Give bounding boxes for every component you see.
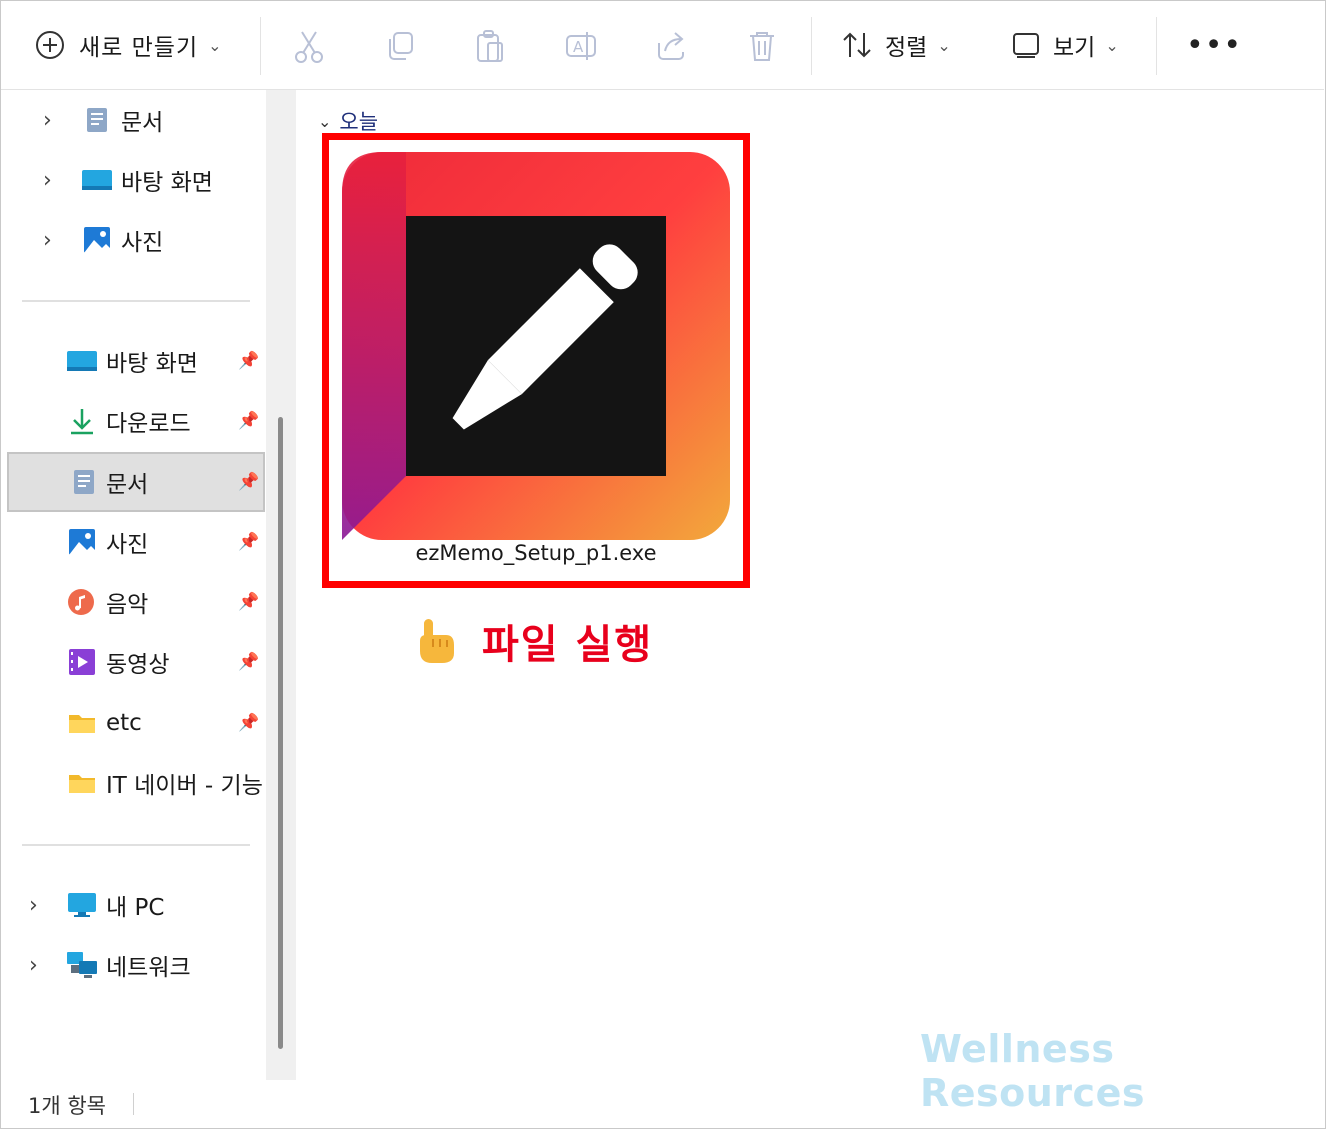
desktop-icon bbox=[82, 170, 112, 190]
sidebar-item-documents[interactable]: › 문서 bbox=[1, 91, 265, 149]
chevron-right-icon[interactable]: › bbox=[43, 228, 52, 253]
pin-icon[interactable]: 📌 bbox=[238, 411, 259, 431]
toolbar-divider bbox=[1156, 17, 1157, 75]
annotation-text: 파일 실행 bbox=[482, 622, 654, 668]
sidebar-item-label: IT 네이버 - 기능 bbox=[106, 773, 263, 799]
sidebar-divider bbox=[22, 300, 250, 302]
music-icon bbox=[68, 589, 94, 615]
sort-button[interactable]: 정렬 ⌄ bbox=[841, 1, 951, 89]
folder-icon bbox=[69, 775, 95, 793]
sidebar-item-label: 네트워크 bbox=[106, 955, 191, 981]
chevron-right-icon[interactable]: › bbox=[29, 953, 38, 978]
sort-button-label: 정렬 bbox=[885, 35, 928, 61]
sidebar-divider bbox=[22, 844, 250, 846]
watermark-text: Wellness Resources bbox=[920, 1027, 1145, 1115]
chevron-right-icon[interactable]: › bbox=[29, 893, 38, 918]
pin-icon[interactable]: 📌 bbox=[238, 592, 259, 612]
status-divider bbox=[133, 1093, 134, 1115]
desktop-icon bbox=[67, 351, 97, 371]
pin-icon[interactable]: 📌 bbox=[238, 532, 259, 552]
sidebar-item-downloads[interactable]: 다운로드 📌 bbox=[1, 392, 265, 450]
sidebar-item-label: 바탕 화면 bbox=[121, 170, 213, 196]
sidebar-item-music[interactable]: 음악 📌 bbox=[1, 573, 265, 631]
ezmemo-app-icon[interactable] bbox=[342, 152, 730, 540]
group-header-today[interactable]: ⌄ 오늘 bbox=[318, 106, 378, 136]
folder-icon bbox=[69, 715, 95, 733]
pointing-hand-icon bbox=[420, 619, 454, 663]
group-header-label: 오늘 bbox=[339, 110, 379, 134]
plus-circle-icon bbox=[36, 31, 64, 59]
pin-icon[interactable]: 📌 bbox=[238, 472, 259, 492]
view-icon bbox=[1013, 33, 1039, 58]
documents-icon bbox=[87, 108, 107, 132]
share-icon[interactable] bbox=[655, 29, 687, 63]
svg-text:A: A bbox=[573, 38, 584, 56]
copy-icon[interactable] bbox=[384, 29, 416, 63]
sidebar-scrollbar-thumb[interactable] bbox=[278, 417, 283, 1049]
annotation-callout: 파일 실행 bbox=[412, 612, 653, 670]
toolbar-divider bbox=[811, 17, 812, 75]
network-icon bbox=[67, 952, 97, 978]
navigation-pane: › 문서 › 바탕 화면 › 사진 바탕 화면 📌 다운로드 📌 문서 📌 사진… bbox=[1, 90, 266, 1080]
sidebar-item-pictures-pinned[interactable]: 사진 📌 bbox=[1, 513, 265, 571]
pictures-icon bbox=[84, 227, 110, 253]
status-item-count: 1개 항목 bbox=[28, 1094, 106, 1118]
toolbar-divider bbox=[260, 17, 261, 75]
sidebar-item-label: 바탕 화면 bbox=[106, 351, 198, 377]
sidebar-item-label: 음악 bbox=[106, 592, 149, 618]
chevron-down-icon: ⌄ bbox=[1105, 35, 1119, 55]
chevron-down-icon: ⌄ bbox=[208, 35, 222, 55]
sidebar-item-this-pc[interactable]: › 내 PC bbox=[1, 876, 265, 934]
pictures-icon bbox=[69, 529, 95, 555]
view-button-label: 보기 bbox=[1053, 35, 1096, 61]
rename-icon[interactable]: A bbox=[565, 29, 597, 63]
sidebar-item-label: 사진 bbox=[106, 532, 149, 558]
sort-icon bbox=[843, 32, 871, 58]
new-button-label: 새로 만들기 bbox=[79, 35, 199, 61]
pin-icon[interactable]: 📌 bbox=[238, 713, 259, 733]
download-icon bbox=[71, 409, 93, 435]
sidebar-item-desktop[interactable]: › 바탕 화면 bbox=[1, 151, 265, 209]
more-options-button[interactable]: ••• bbox=[1186, 1, 1242, 89]
chevron-down-icon: ⌄ bbox=[318, 111, 332, 131]
this-pc-icon bbox=[68, 893, 96, 917]
chevron-right-icon[interactable]: › bbox=[43, 168, 52, 193]
videos-icon bbox=[69, 649, 95, 675]
delete-icon[interactable] bbox=[746, 29, 778, 63]
sidebar-item-desktop-pinned[interactable]: 바탕 화면 📌 bbox=[1, 332, 265, 390]
sidebar-item-label: 문서 bbox=[106, 472, 149, 498]
sidebar-item-it-naver[interactable]: IT 네이버 - 기능 bbox=[1, 754, 265, 812]
sidebar-item-label: 사진 bbox=[121, 230, 164, 256]
sidebar-item-etc[interactable]: etc 📌 bbox=[1, 694, 265, 752]
chevron-down-icon: ⌄ bbox=[937, 35, 951, 55]
sidebar-item-pictures[interactable]: › 사진 bbox=[1, 211, 265, 269]
chevron-right-icon[interactable]: › bbox=[43, 108, 52, 133]
pin-icon[interactable]: 📌 bbox=[238, 652, 259, 672]
sidebar-item-videos[interactable]: 동영상 📌 bbox=[1, 633, 265, 691]
paste-icon[interactable] bbox=[474, 29, 506, 63]
cut-icon[interactable] bbox=[293, 29, 325, 63]
sidebar-item-documents-pinned[interactable]: 문서 📌 bbox=[7, 452, 265, 512]
sidebar-item-network[interactable]: › 네트워크 bbox=[1, 936, 265, 994]
sidebar-item-label: 동영상 bbox=[106, 652, 170, 678]
file-name-label[interactable]: ezMemo_Setup_p1.exe bbox=[322, 541, 750, 565]
pin-icon[interactable]: 📌 bbox=[238, 351, 259, 371]
sidebar-item-label: 다운로드 bbox=[106, 411, 191, 437]
command-bar: 새로 만들기 ⌄ A 정렬 ⌄ 보기 ⌄ ••• bbox=[1, 1, 1324, 90]
sidebar-item-label: etc bbox=[106, 710, 142, 736]
documents-icon bbox=[74, 470, 94, 494]
sidebar-item-label: 내 PC bbox=[106, 895, 165, 921]
sidebar-item-label: 문서 bbox=[121, 110, 164, 136]
view-button[interactable]: 보기 ⌄ bbox=[1011, 1, 1119, 89]
new-button[interactable]: 새로 만들기 ⌄ bbox=[35, 1, 222, 89]
